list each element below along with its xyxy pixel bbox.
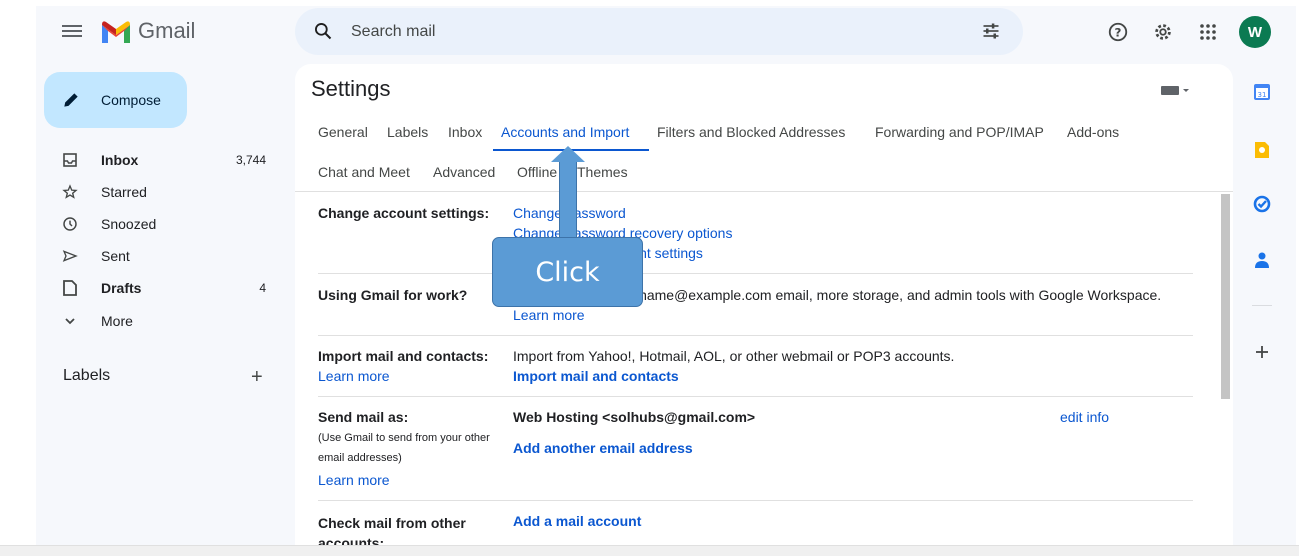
nav-item-label: Starred: [101, 184, 147, 200]
keyboard-icon: [1161, 86, 1189, 95]
tutorial-arrow-up-icon: [551, 146, 585, 162]
page-title: Settings: [311, 76, 391, 101]
send-as-learn-more-link[interactable]: Learn more: [318, 472, 390, 488]
compose-label: Compose: [101, 92, 161, 108]
tab-inbox[interactable]: Inbox: [448, 124, 482, 140]
pencil-icon: [64, 93, 78, 107]
apps-grid-icon[interactable]: [1196, 20, 1220, 44]
help-icon[interactable]: ?: [1106, 20, 1130, 44]
nav-item-starred[interactable]: Starred: [44, 176, 274, 208]
nav-item-label: Drafts: [101, 280, 142, 296]
gmail-logo[interactable]: Gmail: [100, 18, 195, 44]
nav-item-label: More: [101, 313, 133, 329]
nav-item-drafts[interactable]: Drafts 4: [44, 272, 274, 304]
add-mail-account-button[interactable]: Add a mail account: [513, 513, 641, 529]
tutorial-callout: Click: [492, 237, 643, 307]
svg-text:31: 31: [1258, 91, 1267, 99]
svg-text:?: ?: [1115, 26, 1122, 40]
search-input[interactable]: [351, 20, 951, 44]
draft-count: 4: [259, 281, 266, 295]
calendar-icon[interactable]: 31: [1252, 82, 1272, 102]
send-as-hint: (Use Gmail to send from your other email…: [318, 432, 490, 464]
row-divider: [318, 335, 1193, 336]
nav-item-more[interactable]: More: [44, 305, 274, 337]
tab-accounts-and-import[interactable]: Accounts and Import: [501, 124, 629, 140]
draft-icon: [62, 280, 78, 296]
nav-item-label: Inbox: [101, 152, 139, 168]
nav-item-label: Snoozed: [101, 216, 157, 232]
window-frame-top: [0, 0, 1299, 6]
tab-forwarding[interactable]: Forwarding and POP/IMAP: [875, 124, 1044, 140]
chevron-down-icon: [62, 313, 78, 329]
labels-heading: Labels: [63, 367, 111, 384]
tabs-divider: [295, 191, 1233, 192]
import-description: Import from Yahoo!, Hotmail, AOL, or oth…: [513, 348, 955, 364]
tab-general[interactable]: General: [318, 124, 368, 140]
work-label: Using Gmail for work?: [318, 287, 468, 303]
gmail-m-icon: [102, 21, 130, 43]
tab-offline[interactable]: Offline: [517, 164, 557, 180]
send-icon: [62, 248, 78, 264]
side-panel-divider: [1252, 305, 1272, 306]
tab-advanced[interactable]: Advanced: [433, 164, 495, 180]
nav-item-snoozed[interactable]: Snoozed: [44, 208, 274, 240]
avatar[interactable]: W: [1239, 16, 1271, 48]
main-menu-button[interactable]: [62, 22, 82, 42]
send-as-identity: Web Hosting <solhubs@gmail.com>: [513, 409, 756, 425]
keep-icon[interactable]: [1252, 140, 1272, 160]
create-label-button[interactable]: +: [251, 366, 263, 389]
menu-icon-bar: [62, 30, 82, 32]
add-email-address-button[interactable]: Add another email address: [513, 440, 693, 456]
tab-themes[interactable]: Themes: [577, 164, 628, 180]
window-frame-bottom: [0, 545, 1299, 556]
tab-filters[interactable]: Filters and Blocked Addresses: [657, 124, 845, 140]
tab-add-ons[interactable]: Add-ons: [1067, 124, 1119, 140]
contacts-icon[interactable]: [1252, 250, 1272, 270]
tab-labels[interactable]: Labels: [387, 124, 428, 140]
nav-item-label: Sent: [101, 248, 130, 264]
import-label: Import mail and contacts:: [318, 348, 489, 364]
search-icon[interactable]: [313, 21, 333, 41]
compose-button[interactable]: Compose: [44, 72, 187, 128]
unread-count: 3,744: [235, 153, 266, 167]
row-divider: [318, 273, 1193, 274]
search-bar[interactable]: [295, 8, 1023, 55]
change-account-label: Change account settings:: [318, 205, 490, 221]
clock-icon: [62, 216, 78, 232]
search-options-icon[interactable]: [981, 21, 1001, 41]
menu-icon: [62, 25, 82, 27]
input-tools-button[interactable]: [1161, 84, 1189, 96]
check-mail-label: Check mail from other accounts:: [318, 515, 466, 545]
inbox-icon: [62, 152, 78, 168]
get-add-ons-icon[interactable]: [1252, 342, 1272, 362]
import-learn-more-link[interactable]: Learn more: [318, 368, 390, 384]
edit-info-link[interactable]: edit info: [1060, 409, 1109, 425]
send-as-label: Send mail as:: [318, 409, 409, 425]
tasks-icon[interactable]: [1252, 194, 1272, 214]
work-learn-more-link[interactable]: Learn more: [513, 307, 585, 323]
tab-chat-and-meet[interactable]: Chat and Meet: [318, 164, 410, 180]
row-divider: [318, 500, 1193, 501]
menu-icon-bar: [62, 35, 82, 37]
window-frame-left: [0, 0, 36, 556]
import-mail-button[interactable]: Import mail and contacts: [513, 368, 679, 384]
settings-panel: Settings General Labels Inbox Accounts a…: [295, 64, 1233, 545]
nav-item-inbox[interactable]: Inbox 3,744: [44, 144, 274, 176]
scrollbar-thumb[interactable]: [1221, 194, 1230, 399]
tutorial-arrow-shaft: [559, 160, 577, 240]
app-name: Gmail: [138, 18, 196, 43]
star-icon: [62, 184, 78, 200]
nav-item-sent[interactable]: Sent: [44, 240, 274, 272]
gear-icon[interactable]: [1151, 20, 1175, 44]
row-divider: [318, 396, 1193, 397]
